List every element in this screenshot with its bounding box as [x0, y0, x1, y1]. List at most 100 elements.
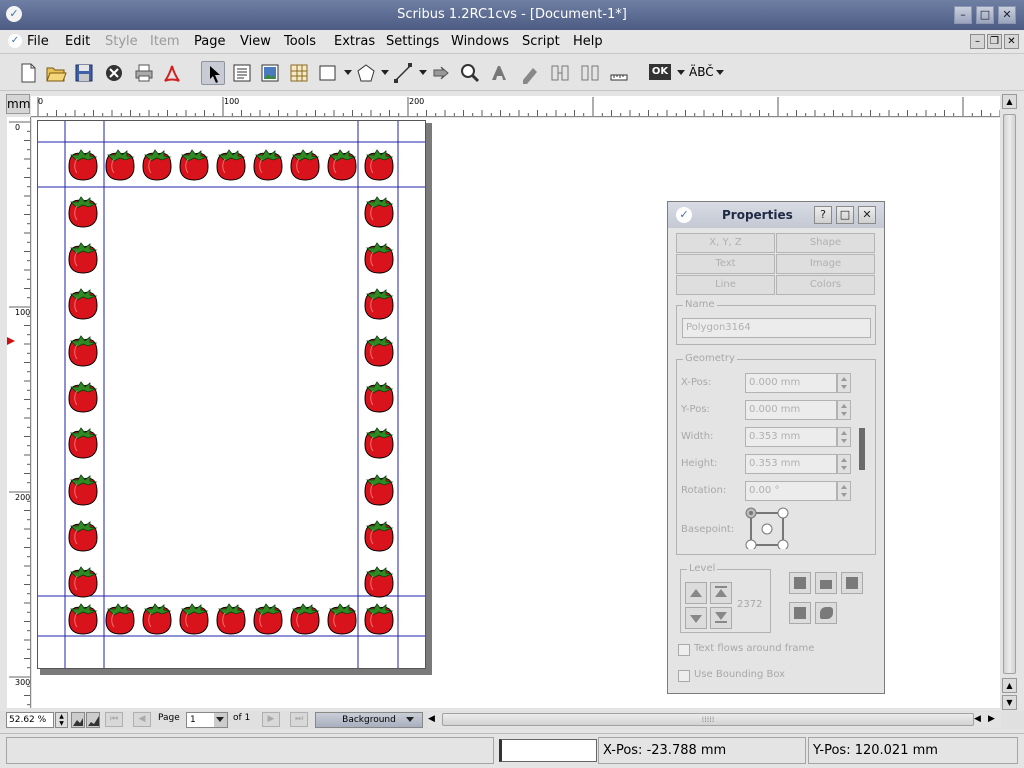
- xpos-spinner[interactable]: [837, 373, 851, 393]
- tab-image[interactable]: Image: [776, 254, 875, 274]
- tab-text[interactable]: Text: [676, 254, 775, 274]
- mdi-restore-button[interactable]: ❐: [987, 34, 1002, 49]
- tab-xyz[interactable]: X, Y, Z: [676, 233, 775, 253]
- scroll-up-arrow-bottom[interactable]: ▲: [1002, 678, 1017, 693]
- scroll-left-arrow[interactable]: ◀: [428, 714, 435, 724]
- maximize-button[interactable]: □: [976, 6, 994, 24]
- raise-icon[interactable]: [685, 582, 707, 604]
- text-flows-checkbox[interactable]: [678, 644, 690, 656]
- lock-icon[interactable]: [789, 572, 811, 594]
- mdi-minimize-button[interactable]: –: [970, 34, 985, 49]
- ypos-spinner[interactable]: [837, 400, 851, 420]
- menu-style[interactable]: Style: [105, 34, 138, 49]
- raise-to-top-icon[interactable]: [710, 582, 732, 604]
- rotation-field[interactable]: 0.00 °: [745, 481, 837, 501]
- line-icon[interactable]: [391, 61, 415, 85]
- table-icon[interactable]: [287, 61, 311, 85]
- palette-maximize-button[interactable]: □: [836, 206, 854, 224]
- vertical-scroll-thumb[interactable]: [1003, 114, 1016, 674]
- text-frame-icon[interactable]: [230, 61, 254, 85]
- unit-selector[interactable]: mm: [6, 94, 30, 114]
- name-field[interactable]: Polygon3164: [682, 318, 871, 338]
- height-spinner[interactable]: [837, 454, 851, 474]
- menu-file[interactable]: File: [27, 34, 49, 49]
- select-icon[interactable]: [201, 61, 225, 85]
- palette-close-button[interactable]: ✕: [858, 206, 876, 224]
- menu-item[interactable]: Item: [150, 34, 180, 49]
- spellcheck-dropdown-icon[interactable]: [716, 70, 724, 75]
- menu-settings[interactable]: Settings: [386, 34, 439, 49]
- measure-icon[interactable]: [607, 61, 631, 85]
- tab-line[interactable]: Line: [676, 275, 775, 295]
- zoom-field[interactable]: 52.62 %: [6, 712, 54, 728]
- edit-text-icon[interactable]: [488, 61, 512, 85]
- menu-page[interactable]: Page: [194, 34, 225, 49]
- next-page-button[interactable]: ▶: [262, 712, 280, 727]
- tab-shape[interactable]: Shape: [776, 233, 875, 253]
- link-frames-icon[interactable]: [548, 61, 572, 85]
- spellcheck-icon[interactable]: ÄBČ: [689, 61, 719, 85]
- lower-icon[interactable]: [685, 607, 707, 629]
- pdf-icon[interactable]: [160, 61, 184, 85]
- close-doc-icon[interactable]: [102, 61, 126, 85]
- help-button[interactable]: ?: [814, 206, 832, 224]
- menu-edit[interactable]: Edit: [65, 34, 90, 49]
- vertical-scrollbar[interactable]: ▲ ▲ ▼: [1000, 92, 1019, 712]
- page-dropdown-arrow[interactable]: [214, 713, 227, 727]
- document-page[interactable]: [37, 120, 426, 669]
- menu-tools[interactable]: Tools: [284, 34, 316, 49]
- mdi-close-button[interactable]: ✕: [1004, 34, 1019, 49]
- width-spinner[interactable]: [837, 427, 851, 447]
- zoom-spinner[interactable]: ▲ ▼: [55, 712, 68, 728]
- menu-windows[interactable]: Windows: [451, 34, 509, 49]
- lower-to-bottom-icon[interactable]: [710, 607, 732, 629]
- document-icon[interactable]: ✓: [8, 34, 22, 48]
- unlink-frames-icon[interactable]: [578, 61, 602, 85]
- menu-script[interactable]: Script: [522, 34, 560, 49]
- polygon-dropdown-icon[interactable]: [381, 70, 389, 75]
- scroll-left-arrow-right[interactable]: ◀: [974, 714, 981, 724]
- rotate-icon[interactable]: [429, 61, 453, 85]
- flip-horizontal-icon[interactable]: [789, 602, 811, 624]
- flip-vertical-icon[interactable]: [815, 602, 837, 624]
- basepoint-selector[interactable]: [745, 507, 793, 549]
- line-dropdown-icon[interactable]: [419, 70, 427, 75]
- menu-extras[interactable]: Extras: [334, 34, 375, 49]
- new-icon[interactable]: [16, 61, 40, 85]
- menu-help[interactable]: Help: [573, 34, 603, 49]
- xpos-field[interactable]: 0.000 mm: [745, 373, 837, 393]
- preflight-dropdown-icon[interactable]: [677, 70, 685, 75]
- scroll-right-arrow[interactable]: ▶: [988, 714, 995, 724]
- close-button[interactable]: ✕: [998, 6, 1016, 24]
- no-print-icon[interactable]: [841, 572, 863, 594]
- preflight-ok-icon[interactable]: OK: [648, 61, 672, 85]
- aspect-link-bar[interactable]: [859, 428, 865, 470]
- horizontal-scroll-thumb[interactable]: ⁞⁞⁞⁞⁞: [442, 713, 974, 726]
- unlock-icon[interactable]: [815, 572, 837, 594]
- polygon-icon[interactable]: [354, 61, 378, 85]
- zoom-icon[interactable]: [458, 61, 482, 85]
- properties-title-bar[interactable]: ✓ Properties ? □ ✕: [668, 202, 884, 228]
- image-frame-icon[interactable]: [258, 61, 282, 85]
- scroll-up-arrow[interactable]: ▲: [1002, 94, 1017, 109]
- first-page-button[interactable]: ⏮: [105, 712, 123, 727]
- layer-dropdown-arrow[interactable]: [406, 717, 414, 722]
- status-input-field[interactable]: [499, 739, 597, 762]
- edit-contents-icon[interactable]: [518, 61, 542, 85]
- menu-view[interactable]: View: [240, 34, 271, 49]
- rotation-spinner[interactable]: [837, 481, 851, 501]
- scroll-down-arrow[interactable]: ▼: [1002, 695, 1017, 710]
- horizontal-scrollbar[interactable]: ◀ ⁞⁞⁞⁞⁞ ◀ ▶: [428, 712, 1001, 728]
- shape-icon[interactable]: [316, 61, 340, 85]
- height-field[interactable]: 0.353 mm: [745, 454, 837, 474]
- previous-page-button[interactable]: ◀: [133, 712, 151, 727]
- save-icon[interactable]: [72, 61, 96, 85]
- tab-colors[interactable]: Colors: [776, 275, 875, 295]
- shape-dropdown-icon[interactable]: [344, 70, 352, 75]
- open-icon[interactable]: [44, 61, 68, 85]
- last-page-button[interactable]: ⏭: [290, 712, 308, 727]
- print-icon[interactable]: [132, 61, 156, 85]
- width-field[interactable]: 0.353 mm: [745, 427, 837, 447]
- ypos-field[interactable]: 0.000 mm: [745, 400, 837, 420]
- zoom-in-icon[interactable]: [86, 712, 100, 728]
